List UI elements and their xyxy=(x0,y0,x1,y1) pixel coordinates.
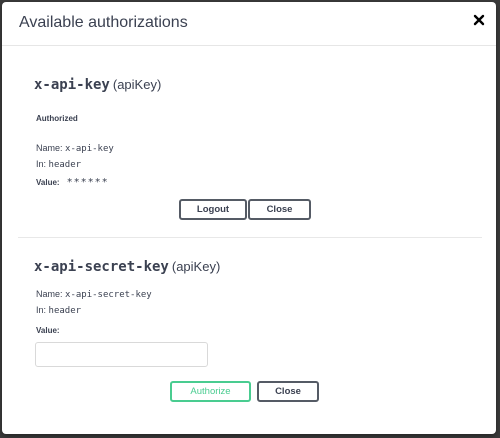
close-button[interactable]: Close xyxy=(257,381,319,402)
scheme-title: x-api-secret-key (apiKey) xyxy=(34,258,220,275)
scheme-name: x-api-secret-key xyxy=(34,259,169,275)
in-value: header xyxy=(48,160,82,170)
scheme-in-row: In: header xyxy=(36,159,81,170)
in-label: In: xyxy=(36,305,47,315)
masked-value: ****** xyxy=(66,177,109,188)
scheme-type: (apiKey) xyxy=(171,259,221,274)
scheme-name-row: Name: x-api-key xyxy=(36,143,114,154)
scheme-name-row: Name: x-api-secret-key xyxy=(36,289,152,300)
value-label: Value: xyxy=(36,326,60,335)
auth-scheme-x-api-secret-key: x-api-secret-key (apiKey) Name: x-api-sec… xyxy=(2,238,496,434)
auth-scheme-x-api-key: x-api-key (apiKey) Authorized Name: x-api… xyxy=(2,46,496,237)
dialog-header: Available authorizations xyxy=(2,2,496,46)
in-value: header xyxy=(48,306,82,316)
authorizations-dialog: Available authorizations x-api-key (apiKe… xyxy=(2,2,496,434)
dialog-title: Available authorizations xyxy=(19,14,188,31)
scheme-name: x-api-key xyxy=(34,77,110,93)
in-label: In: xyxy=(36,159,47,169)
api-key-value-input[interactable] xyxy=(35,342,208,367)
scheme-title: x-api-key (apiKey) xyxy=(34,76,161,93)
logout-button[interactable]: Logout xyxy=(179,199,247,220)
close-button[interactable]: Close xyxy=(248,199,311,220)
scheme-value-row: Value: ****** xyxy=(36,177,109,188)
name-value: x-api-key xyxy=(65,144,114,154)
name-label: Name: xyxy=(36,143,63,153)
close-icon[interactable] xyxy=(472,13,486,27)
authorize-button[interactable]: Authorize xyxy=(170,381,251,402)
authorized-status: Authorized xyxy=(36,114,78,123)
scheme-in-row: In: header xyxy=(36,305,81,316)
value-label: Value: xyxy=(36,178,60,187)
name-label: Name: xyxy=(36,289,63,299)
scheme-type: (apiKey) xyxy=(112,77,162,92)
name-value: x-api-secret-key xyxy=(65,290,152,300)
